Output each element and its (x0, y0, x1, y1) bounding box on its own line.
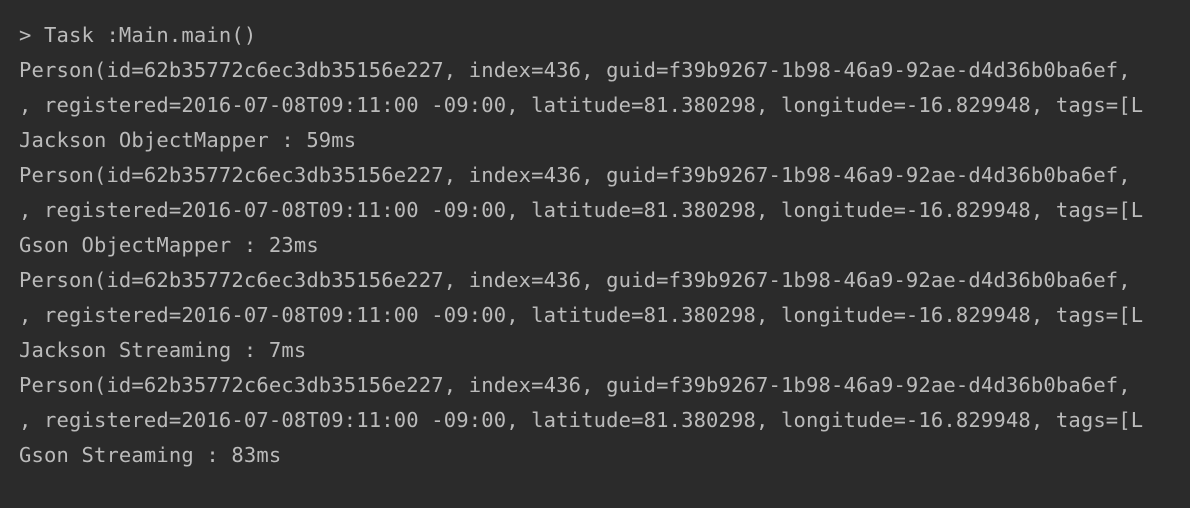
console-line: , registered=2016-07-08T09:11:00 -09:00,… (19, 93, 1144, 117)
console-line: Person(id=62b35772c6ec3db35156e227, inde… (19, 373, 1131, 397)
timing-line-gson-objectmapper: Gson ObjectMapper : 23ms (19, 233, 319, 257)
console-line: Person(id=62b35772c6ec3db35156e227, inde… (19, 58, 1131, 82)
console-line: , registered=2016-07-08T09:11:00 -09:00,… (19, 408, 1144, 432)
console-line: , registered=2016-07-08T09:11:00 -09:00,… (19, 303, 1144, 327)
task-header-line: > Task :Main.main() (19, 23, 257, 47)
timing-line-gson-streaming: Gson Streaming : 83ms (19, 443, 282, 467)
timing-line-jackson-streaming: Jackson Streaming : 7ms (19, 338, 307, 362)
timing-line-jackson-objectmapper: Jackson ObjectMapper : 59ms (19, 128, 357, 152)
console-line: Person(id=62b35772c6ec3db35156e227, inde… (19, 163, 1131, 187)
console-line: Person(id=62b35772c6ec3db35156e227, inde… (19, 268, 1131, 292)
console-output: > Task :Main.main() Person(id=62b35772c6… (0, 0, 1190, 508)
console-line: , registered=2016-07-08T09:11:00 -09:00,… (19, 198, 1144, 222)
